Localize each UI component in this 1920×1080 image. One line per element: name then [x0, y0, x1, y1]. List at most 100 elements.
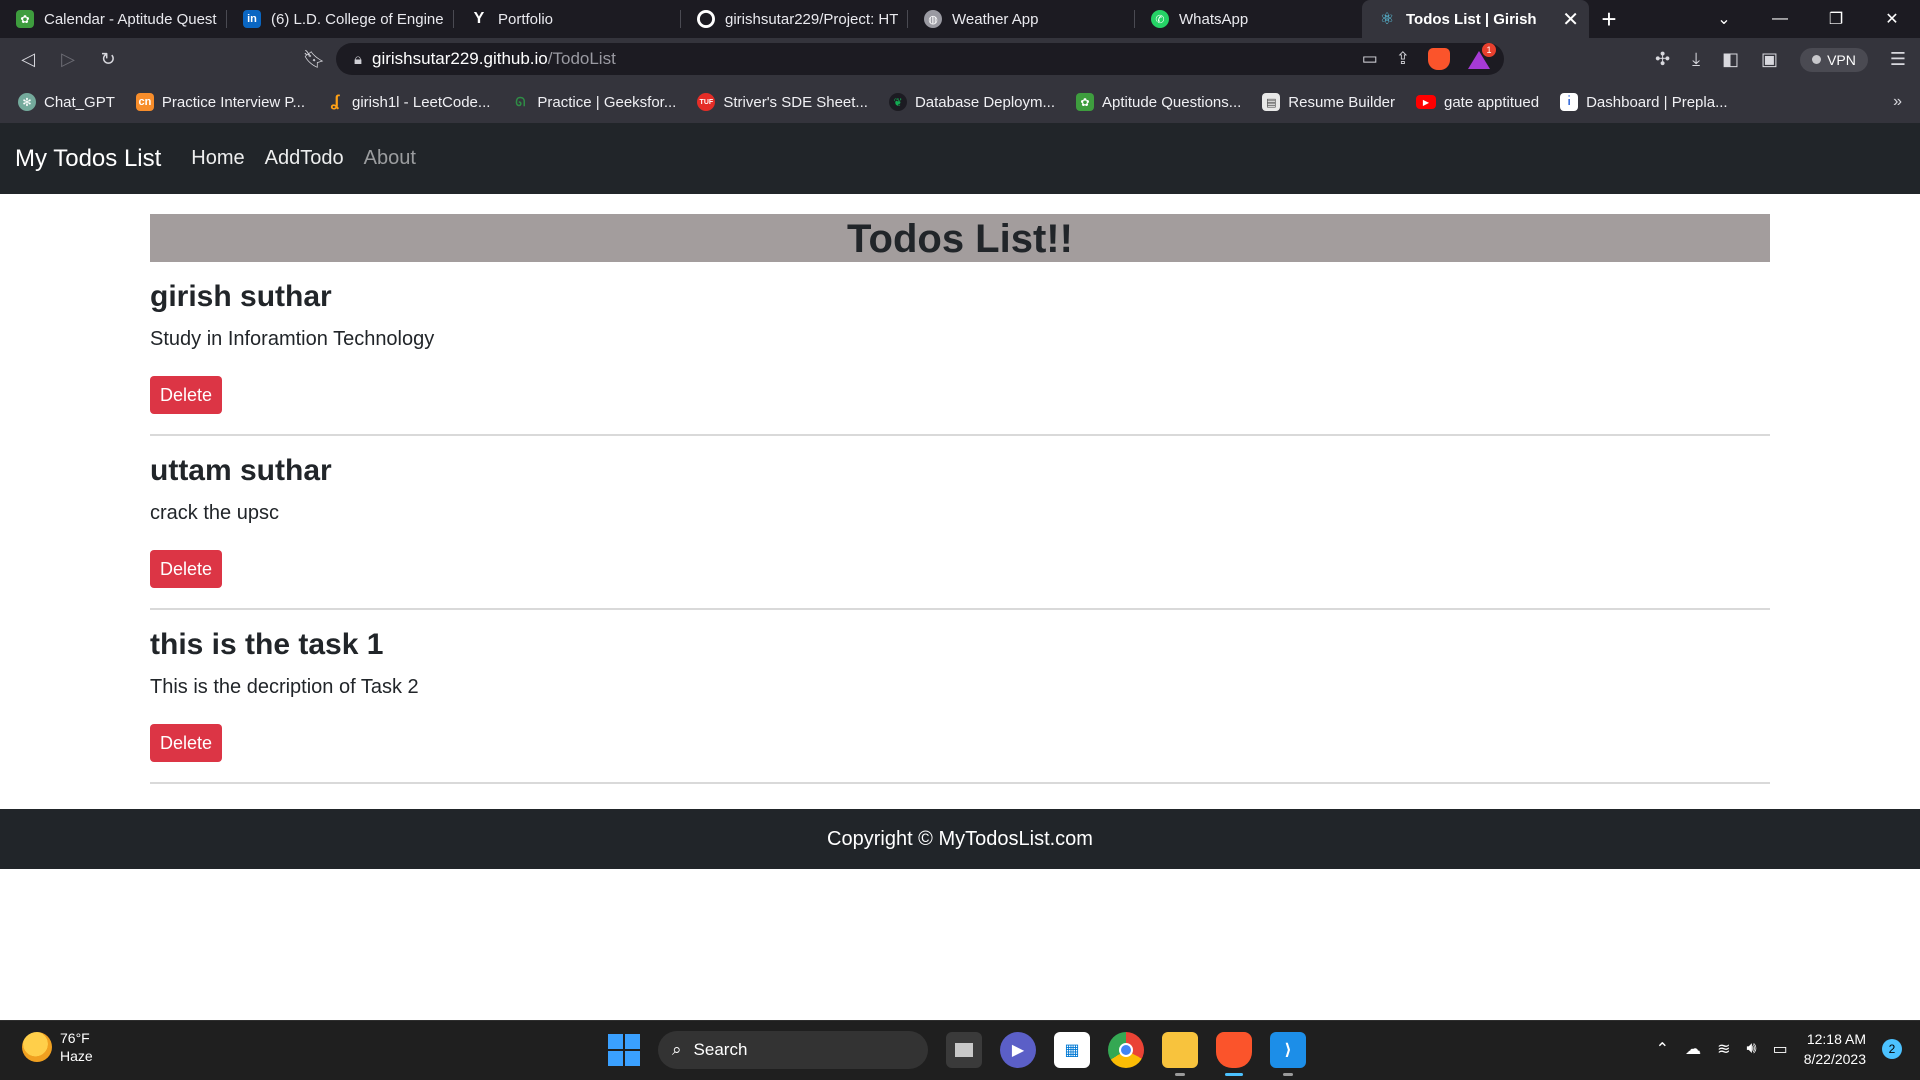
tab-weather[interactable]: ◍ Weather App: [908, 0, 1135, 38]
tab-todos-list[interactable]: ⚛ Todos List | Girish ✕: [1362, 0, 1589, 38]
battery-icon[interactable]: ▭: [1773, 1039, 1788, 1059]
tab-github[interactable]: girishsutar229/Project: HTM: [681, 0, 908, 38]
notification-badge[interactable]: 2: [1882, 1039, 1902, 1059]
delete-button[interactable]: Delete: [150, 550, 222, 588]
bookmark-page-icon[interactable]: 🔖︎: [294, 43, 334, 77]
file-explorer-icon[interactable]: [1162, 1032, 1198, 1076]
chrome-icon[interactable]: [1108, 1032, 1144, 1068]
extensions-icon[interactable]: ✣: [1655, 49, 1670, 70]
vscode-icon[interactable]: ⟩: [1270, 1032, 1306, 1076]
mongodb-icon: ❦: [888, 93, 907, 111]
nav-link-home[interactable]: Home: [191, 147, 244, 170]
y-icon: Y: [473, 10, 485, 27]
bookmark-label: gate apptitued: [1444, 93, 1540, 111]
delete-button[interactable]: Delete: [150, 724, 222, 762]
brave-shields-icon[interactable]: [1428, 48, 1450, 70]
task-view-icon[interactable]: [946, 1032, 982, 1068]
bookmark-aptitude[interactable]: ✿ Aptitude Questions...: [1076, 93, 1241, 111]
bookmark-label: Database Deploym...: [914, 93, 1056, 111]
navbar-brand[interactable]: My Todos List: [15, 145, 161, 173]
vpn-status-icon: [1812, 55, 1822, 64]
bookmark-prepladder[interactable]: ı̇ Dashboard | Prepla...: [1560, 93, 1728, 111]
bookmark-striver[interactable]: TUF Striver's SDE Sheet...: [697, 93, 868, 111]
nav-link-addtodo[interactable]: AddTodo: [265, 147, 344, 170]
wallet-icon[interactable]: ▣: [1761, 49, 1778, 70]
todo-title: girish suthar: [150, 280, 332, 313]
lock-icon: 🔒︎: [354, 50, 362, 68]
todo-description: crack the upsc: [150, 502, 279, 524]
bookmark-geeksforgeeks[interactable]: ᘏ Practice | Geeksfor...: [511, 93, 676, 111]
codingninjas-icon: cn: [135, 93, 154, 111]
tab-portfolio[interactable]: Y Portfolio: [454, 0, 681, 38]
tab-whatsapp[interactable]: ✆ WhatsApp: [1135, 0, 1362, 38]
minimize-button[interactable]: —: [1752, 0, 1808, 38]
microsoft-store-icon[interactable]: ▦: [1054, 1032, 1090, 1068]
restore-button[interactable]: ❐: [1808, 0, 1864, 38]
bookmark-gate-aptitude[interactable]: ▶ gate apptitued: [1416, 94, 1539, 111]
bookmark-practice-interview[interactable]: cn Practice Interview P...: [135, 93, 305, 111]
nav-link-about[interactable]: About: [364, 147, 416, 170]
onedrive-icon[interactable]: ☁: [1685, 1039, 1701, 1059]
reload-button[interactable]: ↻: [88, 43, 128, 77]
tab-linkedin[interactable]: in (6) L.D. College of Engineer: [227, 0, 454, 38]
share-icon[interactable]: ⇪: [1396, 49, 1410, 69]
tab-search-chevron-icon[interactable]: ⌄: [1696, 0, 1752, 38]
rewards-badge: 1: [1482, 43, 1496, 57]
bookmark-label: Striver's SDE Sheet...: [723, 93, 868, 111]
close-window-button[interactable]: ✕: [1864, 0, 1920, 38]
sidebar-icon[interactable]: ◧: [1722, 49, 1739, 70]
bookmark-chatgpt[interactable]: ✻ Chat_GPT: [18, 93, 115, 111]
bookmark-label: Resume Builder: [1288, 93, 1395, 111]
delete-button[interactable]: Delete: [150, 376, 222, 414]
todos-container: Todos List!! girish suthar Study in Info…: [150, 214, 1770, 784]
taskbar-search[interactable]: ⌕ Search: [658, 1031, 928, 1069]
github-icon: [697, 10, 715, 28]
cast-icon[interactable]: ▭: [1362, 49, 1378, 69]
bookmark-label: Aptitude Questions...: [1102, 93, 1242, 111]
address-bar[interactable]: 🔒︎ girishsutar229.github.io/TodoList ▭ ⇪…: [336, 43, 1504, 75]
vpn-button[interactable]: VPN: [1800, 47, 1868, 72]
tab-title: Calendar - Aptitude Questi: [44, 10, 217, 28]
youtube-icon: ▶: [1416, 95, 1436, 109]
clock-time: 12:18 AM: [1806, 1031, 1866, 1047]
todo-title: this is the task 1: [150, 628, 384, 661]
bookmark-label: Practice | Geeksfor...: [537, 93, 677, 111]
teams-chat-icon[interactable]: ▶: [1000, 1032, 1036, 1068]
close-tab-icon[interactable]: ✕: [1562, 7, 1579, 32]
weather-widget[interactable]: 76°F Haze: [22, 1029, 93, 1065]
new-tab-button[interactable]: +: [1589, 0, 1629, 38]
bookmark-resume-builder[interactable]: ▤ Resume Builder: [1262, 93, 1395, 111]
leetcode-icon: ʆ: [330, 93, 340, 110]
brave-browser-icon[interactable]: [1216, 1032, 1252, 1076]
whatsapp-icon: ✆: [1151, 10, 1169, 28]
url-path: /TodoList: [547, 49, 616, 68]
bookmark-label: Dashboard | Prepla...: [1586, 93, 1728, 111]
bookmark-leetcode[interactable]: ʆ girish1l - LeetCode...: [326, 93, 491, 111]
more-bookmarks-button[interactable]: »: [1893, 93, 1902, 111]
tab-title: WhatsApp: [1179, 10, 1249, 28]
clock[interactable]: 12:18 AM 8/22/2023: [1804, 1029, 1866, 1069]
wifi-icon[interactable]: ≋: [1717, 1039, 1730, 1059]
bookmark-label: girish1l - LeetCode...: [352, 93, 491, 111]
weather-haze-icon: [22, 1032, 52, 1062]
tray-overflow-icon[interactable]: ⌃: [1656, 1039, 1669, 1059]
tab-title: Portfolio: [498, 10, 554, 28]
linkedin-icon: in: [243, 10, 261, 28]
brave-rewards-icon[interactable]: 1: [1468, 43, 1496, 69]
aptitude-icon: ✿: [1076, 93, 1095, 111]
tab-calendar[interactable]: ✿ Calendar - Aptitude Questi: [0, 0, 227, 38]
taskbar-apps: ⌕ Search ▶ ▦ ⟩: [608, 1031, 1306, 1076]
downloads-icon[interactable]: ⤓: [1692, 49, 1700, 70]
menu-icon[interactable]: ☰: [1890, 49, 1906, 70]
tab-title: girishsutar229/Project: HTM: [725, 10, 898, 28]
forward-button[interactable]: ▷: [48, 43, 88, 77]
resume-icon: ▤: [1262, 93, 1281, 111]
chatgpt-icon: ✻: [18, 93, 36, 111]
windows-start-icon[interactable]: [608, 1034, 640, 1066]
back-button[interactable]: ◁: [8, 43, 48, 77]
todo-item: girish suthar Study in Inforamtion Techn…: [150, 262, 1770, 436]
url-host: girishsutar229.github.io: [371, 49, 548, 68]
bookmark-mongodb[interactable]: ❦ Database Deploym...: [888, 93, 1056, 111]
volume-icon[interactable]: 🔊︎: [1746, 1040, 1756, 1058]
app-navbar: My Todos List Home AddTodo About: [0, 123, 1920, 194]
